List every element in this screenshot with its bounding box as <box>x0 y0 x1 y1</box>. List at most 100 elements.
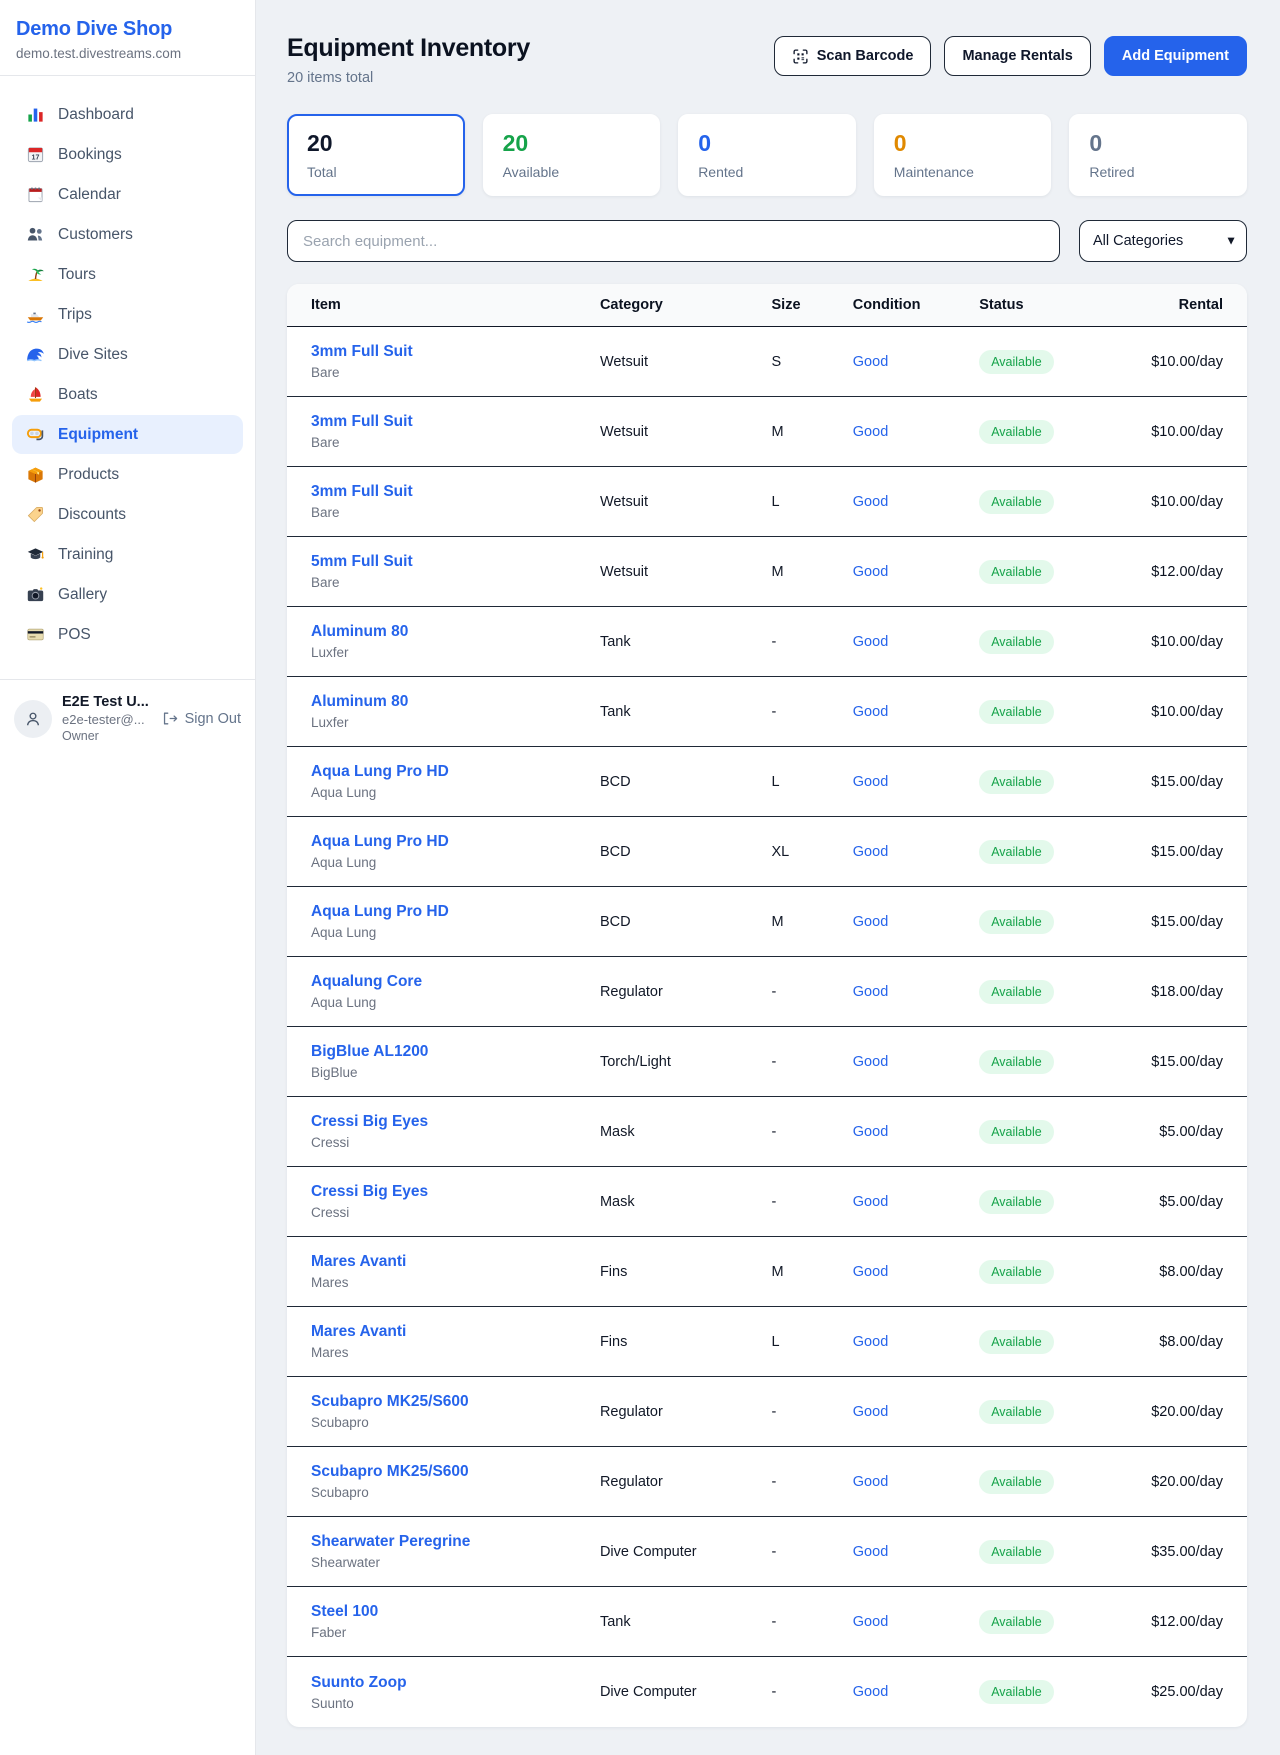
item-condition-link[interactable]: Good <box>853 1474 888 1490</box>
item-size: L <box>772 1322 853 1362</box>
sidebar-item-gallery[interactable]: Gallery <box>12 575 243 614</box>
item-name-link[interactable]: 3mm Full Suit <box>311 413 413 430</box>
item-name-link[interactable]: Mares Avanti <box>311 1253 406 1270</box>
stat-card-total[interactable]: 20 Total <box>287 114 465 196</box>
sidebar-item-calendar[interactable]: Calendar <box>12 175 243 214</box>
item-condition-link[interactable]: Good <box>853 1684 888 1700</box>
category-select-wrap: All Categories ▼ <box>1079 220 1247 262</box>
item-condition-link[interactable]: Good <box>853 704 888 720</box>
sign-out-button[interactable]: Sign Out <box>161 710 241 727</box>
item-condition-link[interactable]: Good <box>853 1614 888 1630</box>
sidebar-item-tours[interactable]: Tours <box>12 255 243 294</box>
sidebar-item-bookings[interactable]: 17 Bookings <box>12 135 243 174</box>
item-rental-rate: $12.00/day <box>1124 552 1223 592</box>
add-equipment-button[interactable]: Add Equipment <box>1104 36 1247 76</box>
status-badge: Available <box>979 910 1054 934</box>
table-header-row: Item Category Size Condition Status Rent… <box>287 284 1247 327</box>
stat-card-retired[interactable]: 0 Retired <box>1069 114 1247 196</box>
item-name-link[interactable]: Steel 100 <box>311 1603 378 1620</box>
item-name-link[interactable]: Scubapro MK25/S600 <box>311 1463 469 1480</box>
item-condition-link[interactable]: Good <box>853 1334 888 1350</box>
table-row: Aqua Lung Pro HD Aqua Lung BCD M Good Av… <box>287 887 1247 957</box>
person-icon <box>23 709 43 729</box>
item-name-link[interactable]: Shearwater Peregrine <box>311 1533 470 1550</box>
item-condition-link[interactable]: Good <box>853 914 888 930</box>
item-condition-link[interactable]: Good <box>853 1124 888 1140</box>
item-category: Regulator <box>600 1462 772 1502</box>
sidebar-item-pos[interactable]: POS <box>12 615 243 654</box>
column-header-category: Category <box>600 284 772 326</box>
sidebar-item-dive-sites[interactable]: Dive Sites <box>12 335 243 374</box>
item-name-link[interactable]: Aluminum 80 <box>311 623 408 640</box>
item-name-link[interactable]: Cressi Big Eyes <box>311 1183 428 1200</box>
sidebar-item-customers[interactable]: Customers <box>12 215 243 254</box>
item-name-link[interactable]: Scubapro MK25/S600 <box>311 1393 469 1410</box>
item-brand: Bare <box>311 575 600 590</box>
item-brand: BigBlue <box>311 1065 600 1080</box>
item-condition-link[interactable]: Good <box>853 1544 888 1560</box>
item-condition-link[interactable]: Good <box>853 634 888 650</box>
item-name-link[interactable]: Aqua Lung Pro HD <box>311 903 449 920</box>
item-name-link[interactable]: Suunto Zoop <box>311 1674 407 1691</box>
table-row: Aqualung Core Aqua Lung Regulator - Good… <box>287 957 1247 1027</box>
sidebar-item-boats[interactable]: Boats <box>12 375 243 414</box>
item-name-link[interactable]: BigBlue AL1200 <box>311 1043 428 1060</box>
column-header-status: Status <box>979 284 1123 326</box>
item-condition-link[interactable]: Good <box>853 984 888 1000</box>
item-category: Wetsuit <box>600 342 772 382</box>
item-size: L <box>772 482 853 522</box>
item-name-link[interactable]: 3mm Full Suit <box>311 483 413 500</box>
credit-card-icon <box>26 625 45 644</box>
status-badge: Available <box>979 770 1054 794</box>
item-condition-link[interactable]: Good <box>853 1194 888 1210</box>
item-name-link[interactable]: 5mm Full Suit <box>311 553 413 570</box>
status-badge: Available <box>979 1400 1054 1424</box>
item-name-link[interactable]: Aqualung Core <box>311 973 422 990</box>
status-badge: Available <box>979 1610 1054 1634</box>
item-condition-link[interactable]: Good <box>853 354 888 370</box>
sidebar-item-dashboard[interactable]: Dashboard <box>12 95 243 134</box>
stat-card-maintenance[interactable]: 0 Maintenance <box>874 114 1052 196</box>
sidebar-item-equipment[interactable]: Equipment <box>12 415 243 454</box>
graduation-cap-icon <box>26 545 45 564</box>
item-condition-link[interactable]: Good <box>853 1054 888 1070</box>
sidebar-item-training[interactable]: Training <box>12 535 243 574</box>
search-input[interactable] <box>287 220 1060 262</box>
item-name-link[interactable]: Mares Avanti <box>311 1323 406 1340</box>
category-select[interactable]: All Categories <box>1079 220 1247 262</box>
status-badge: Available <box>979 980 1054 1004</box>
item-name-link[interactable]: Aqua Lung Pro HD <box>311 833 449 850</box>
item-name-link[interactable]: Aqua Lung Pro HD <box>311 763 449 780</box>
stat-card-rented[interactable]: 0 Rented <box>678 114 856 196</box>
item-condition-link[interactable]: Good <box>853 774 888 790</box>
scan-barcode-button[interactable]: Scan Barcode <box>774 36 932 76</box>
manage-rentals-button[interactable]: Manage Rentals <box>944 36 1090 76</box>
column-header-rental: Rental <box>1124 284 1223 326</box>
user-name: E2E Test U... <box>62 694 151 710</box>
item-condition-link[interactable]: Good <box>853 1264 888 1280</box>
table-row: 3mm Full Suit Bare Wetsuit L Good Availa… <box>287 467 1247 537</box>
sidebar-item-discounts[interactable]: Discounts <box>12 495 243 534</box>
stat-card-available[interactable]: 20 Available <box>483 114 661 196</box>
item-name-link[interactable]: Cressi Big Eyes <box>311 1113 428 1130</box>
sidebar-item-products[interactable]: Products <box>12 455 243 494</box>
desert-island-icon <box>26 265 45 284</box>
status-badge: Available <box>979 1050 1054 1074</box>
brand-name[interactable]: Demo Dive Shop <box>16 18 239 41</box>
item-condition-link[interactable]: Good <box>853 494 888 510</box>
item-name-link[interactable]: 3mm Full Suit <box>311 343 413 360</box>
sidebar-item-label: Calendar <box>58 186 121 204</box>
table-row: 3mm Full Suit Bare Wetsuit S Good Availa… <box>287 327 1247 397</box>
item-condition-link[interactable]: Good <box>853 564 888 580</box>
sidebar-item-trips[interactable]: Trips <box>12 295 243 334</box>
item-condition-link[interactable]: Good <box>853 424 888 440</box>
stat-label: Maintenance <box>894 164 1032 180</box>
stat-label: Total <box>307 164 445 180</box>
item-category: Dive Computer <box>600 1672 772 1712</box>
item-rental-rate: $18.00/day <box>1124 972 1223 1012</box>
stat-cards: 20 Total 20 Available 0 Rented 0 Mainten… <box>287 114 1247 196</box>
item-condition-link[interactable]: Good <box>853 1404 888 1420</box>
item-brand: Luxfer <box>311 645 600 660</box>
item-name-link[interactable]: Aluminum 80 <box>311 693 408 710</box>
item-condition-link[interactable]: Good <box>853 844 888 860</box>
